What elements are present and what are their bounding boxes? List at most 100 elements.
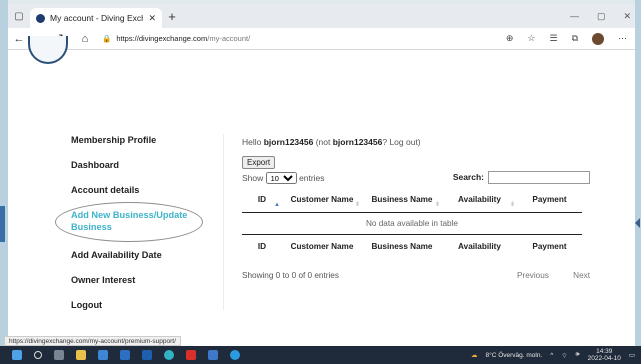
collections-icon[interactable]: ⧉ xyxy=(572,33,578,44)
table-footer: Showing 0 to 0 of 0 entries Previous Nex… xyxy=(242,271,590,280)
clock-date: 2022-04-10 xyxy=(587,355,621,362)
close-tab-icon[interactable]: ✕ xyxy=(148,13,156,24)
hello-message: Hello bjorn123456 (not bjorn123456? Log … xyxy=(242,137,590,147)
col-availability[interactable]: Availability ⬍ xyxy=(442,188,517,213)
browser-window: ▢ My account - Diving Exchange ✕ + — ▢ ✕… xyxy=(8,4,635,346)
task-view-icon[interactable] xyxy=(54,350,64,360)
outlook-icon[interactable] xyxy=(142,350,152,360)
skype-icon[interactable] xyxy=(230,350,240,360)
previous-button[interactable]: Previous xyxy=(517,271,549,280)
status-url: https://divingexchange.com/my-account/pr… xyxy=(4,336,181,346)
lock-icon: 🔒 xyxy=(102,34,112,43)
col-id[interactable]: ID ▲ xyxy=(242,188,282,213)
pagination: Previous Next xyxy=(495,271,590,280)
url-path: /my-account/ xyxy=(207,34,251,43)
foot-col-business-name: Business Name xyxy=(362,234,442,259)
profile-avatar[interactable] xyxy=(592,32,604,45)
menu-membership-profile[interactable]: Membership Profile xyxy=(71,134,217,159)
desktop-notch xyxy=(0,206,5,242)
url-host: https://divingexchange.com xyxy=(116,34,208,43)
empty-table-message: No data available in table xyxy=(366,219,458,228)
acrobat-icon[interactable] xyxy=(186,350,196,360)
photos-icon[interactable] xyxy=(208,350,218,360)
edge-icon[interactable] xyxy=(164,350,174,360)
site-favicon-icon xyxy=(36,13,45,23)
minimize-icon[interactable]: — xyxy=(570,11,579,21)
taskbar: ☁ 8°C Överväg. moln. ^ ⌔ 🕪 14:39 2022-04… xyxy=(0,346,641,364)
browser-toolbar: ⊕ ☆ ☰ ⧉ ⋯ xyxy=(506,32,635,45)
foot-col-id: ID xyxy=(242,234,282,259)
network-icon[interactable]: ⌔ xyxy=(561,351,567,360)
col-availability-label: Availability xyxy=(458,195,501,204)
back-icon[interactable]: ← xyxy=(8,33,30,45)
logout-link[interactable]: ? Log out) xyxy=(382,137,420,147)
foot-col-customer-name: Customer Name xyxy=(282,234,362,259)
account-content: Hello bjorn123456 (not bjorn123456? Log … xyxy=(242,137,590,280)
clock-time: 14:39 xyxy=(596,348,613,355)
next-button[interactable]: Next xyxy=(573,271,590,280)
close-window-icon[interactable]: ✕ xyxy=(623,11,631,22)
tray-arrow-icon[interactable]: ^ xyxy=(550,352,553,359)
maximize-icon[interactable]: ▢ xyxy=(597,11,606,22)
table-header-row: ID ▲ Customer Name ⬍ Business Name ⬍ Availa… xyxy=(242,188,582,213)
tab-strip: ▢ My account - Diving Exchange ✕ + — ▢ ✕ xyxy=(8,4,635,28)
volume-icon[interactable]: 🕪 xyxy=(575,351,579,359)
username-alt: bjorn123456 xyxy=(332,137,383,147)
sort-icon: ⬍ xyxy=(509,202,515,208)
new-tab-icon[interactable]: + xyxy=(162,9,182,24)
account-menu: Membership Profile Dashboard Account det… xyxy=(55,134,217,324)
table-info: Showing 0 to 0 of 0 entries xyxy=(242,271,339,280)
home-icon[interactable]: ⌂ xyxy=(74,33,96,45)
sort-icon: ⬍ xyxy=(434,202,440,208)
start-icon[interactable] xyxy=(12,350,22,360)
foot-col-availability: Availability xyxy=(442,234,517,259)
weather-text[interactable]: 8°C Överväg. moln. xyxy=(486,352,543,359)
entries-label: entries xyxy=(299,172,325,183)
col-customer-name[interactable]: Customer Name ⬍ xyxy=(282,188,362,213)
desktop-right-edge xyxy=(635,0,641,346)
hello-prefix: Hello xyxy=(242,137,264,147)
favorite-star-icon[interactable]: ☆ xyxy=(527,33,535,44)
search-control: Search: xyxy=(453,171,590,184)
col-customer-label: Customer Name xyxy=(290,195,354,204)
desktop-arrow-icon xyxy=(635,218,640,228)
export-button[interactable]: Export xyxy=(242,156,276,169)
entries-control: Show 10 entries xyxy=(242,171,325,184)
data-table: ID ▲ Customer Name ⬍ Business Name ⬍ Availa… xyxy=(242,188,582,259)
highlight-circle xyxy=(55,202,203,242)
menu-divider xyxy=(223,134,224,310)
favorites-icon[interactable]: ☰ xyxy=(549,33,557,44)
col-payment-label: Payment xyxy=(532,195,567,204)
col-business-name[interactable]: Business Name ⬍ xyxy=(362,188,442,213)
tab-actions-icon[interactable]: ▢ xyxy=(8,4,30,28)
more-options-icon[interactable]: ⋯ xyxy=(618,33,627,44)
foot-col-payment: Payment xyxy=(517,234,582,259)
clock[interactable]: 14:39 2022-04-10 xyxy=(588,348,621,362)
zoom-icon[interactable]: ⊕ xyxy=(506,33,514,44)
site-logo[interactable] xyxy=(28,36,68,64)
menu-add-business[interactable]: Add New Business/Update Business xyxy=(55,202,217,249)
menu-logout[interactable]: Logout xyxy=(71,299,217,324)
sort-icon: ⬍ xyxy=(354,202,360,208)
search-input[interactable] xyxy=(488,171,590,184)
table-footer-row: ID Customer Name Business Name Availabil… xyxy=(242,234,582,259)
table-row: No data available in table xyxy=(242,213,582,235)
not-prefix: (not xyxy=(313,137,333,147)
store-icon[interactable] xyxy=(98,350,108,360)
entries-select[interactable]: 10 xyxy=(265,171,297,184)
col-id-label: ID xyxy=(257,195,267,204)
username: bjorn123456 xyxy=(263,137,314,147)
search-icon[interactable] xyxy=(34,351,42,359)
menu-owner-interest[interactable]: Owner Interest xyxy=(71,274,217,299)
col-payment[interactable]: Payment xyxy=(517,188,582,213)
system-tray: ☁ 8°C Överväg. moln. ^ ⌔ 🕪 14:39 2022-04… xyxy=(471,348,641,362)
url-field[interactable]: 🔒 https://divingexchange.com /my-account… xyxy=(102,31,506,47)
menu-add-availability[interactable]: Add Availability Date xyxy=(71,249,217,274)
mail-icon[interactable] xyxy=(120,350,130,360)
notifications-icon[interactable]: ▭ xyxy=(629,351,635,359)
search-label: Search: xyxy=(452,172,484,182)
menu-dashboard[interactable]: Dashboard xyxy=(71,159,217,184)
file-explorer-icon[interactable] xyxy=(76,350,86,360)
tab-my-account[interactable]: My account - Diving Exchange ✕ xyxy=(30,8,162,28)
address-bar: ← → ↻ ⌂ 🔒 https://divingexchange.com /my… xyxy=(8,28,635,50)
